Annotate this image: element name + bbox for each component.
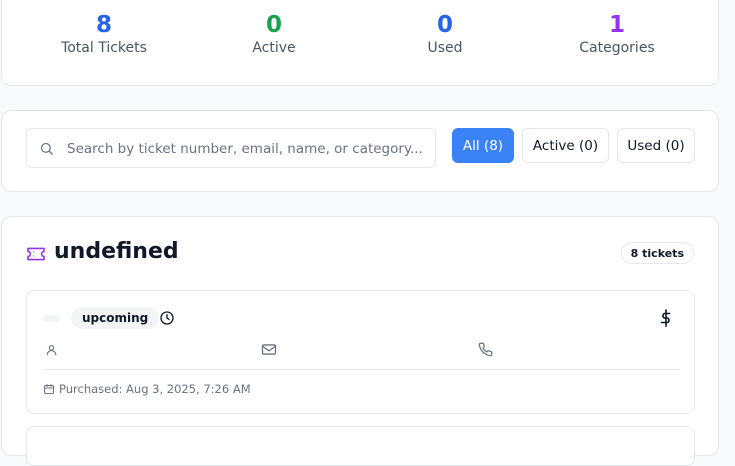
stats-card: 8 Total Tickets 0 Active 0 Used 1 Catego… <box>1 0 719 86</box>
stat-categories: 1 Categories <box>547 11 687 57</box>
filter-all-button[interactable]: All (8) <box>452 128 514 163</box>
category-card: undefined 8 tickets upcoming Purchased: … <box>1 216 719 466</box>
ticket-count-badge: 8 tickets <box>620 242 694 264</box>
stat-value: 8 <box>95 12 112 38</box>
search-input[interactable] <box>67 137 427 161</box>
ticket-card[interactable]: upcoming Purchased: Aug 3, 2025, 7:26 AM <box>26 290 695 414</box>
stat-active: 0 Active <box>204 11 344 57</box>
stat-value: 0 <box>265 12 282 38</box>
stat-value: 0 <box>436 12 453 38</box>
ticket-divider <box>43 369 679 370</box>
ticket-card[interactable] <box>26 426 695 466</box>
stat-label: Used <box>427 40 463 56</box>
dollar-icon <box>660 309 671 327</box>
ticket-number-badge <box>43 315 60 322</box>
filter-active-button[interactable]: Active (0) <box>522 128 609 163</box>
filter-used-button[interactable]: Used (0) <box>617 128 695 163</box>
phone-icon <box>478 342 493 357</box>
search-icon <box>40 142 53 155</box>
mail-icon <box>261 344 277 355</box>
search-box[interactable] <box>26 128 436 168</box>
calendar-icon <box>44 384 54 394</box>
stat-label: Total Tickets <box>61 40 147 56</box>
ticket-icon <box>27 247 45 261</box>
user-icon <box>46 345 57 356</box>
stat-used: 0 Used <box>375 11 515 57</box>
filters-card: All (8) Active (0) Used (0) <box>1 110 719 192</box>
status-badge: upcoming <box>71 307 160 329</box>
purchase-date: Purchased: Aug 3, 2025, 7:26 AM <box>59 382 251 396</box>
category-title: undefined <box>54 239 179 264</box>
stat-label: Active <box>252 40 296 56</box>
stat-label: Categories <box>579 40 655 56</box>
stat-total-tickets: 8 Total Tickets <box>34 11 174 57</box>
clock-icon <box>160 311 174 325</box>
stat-value: 1 <box>608 12 625 38</box>
